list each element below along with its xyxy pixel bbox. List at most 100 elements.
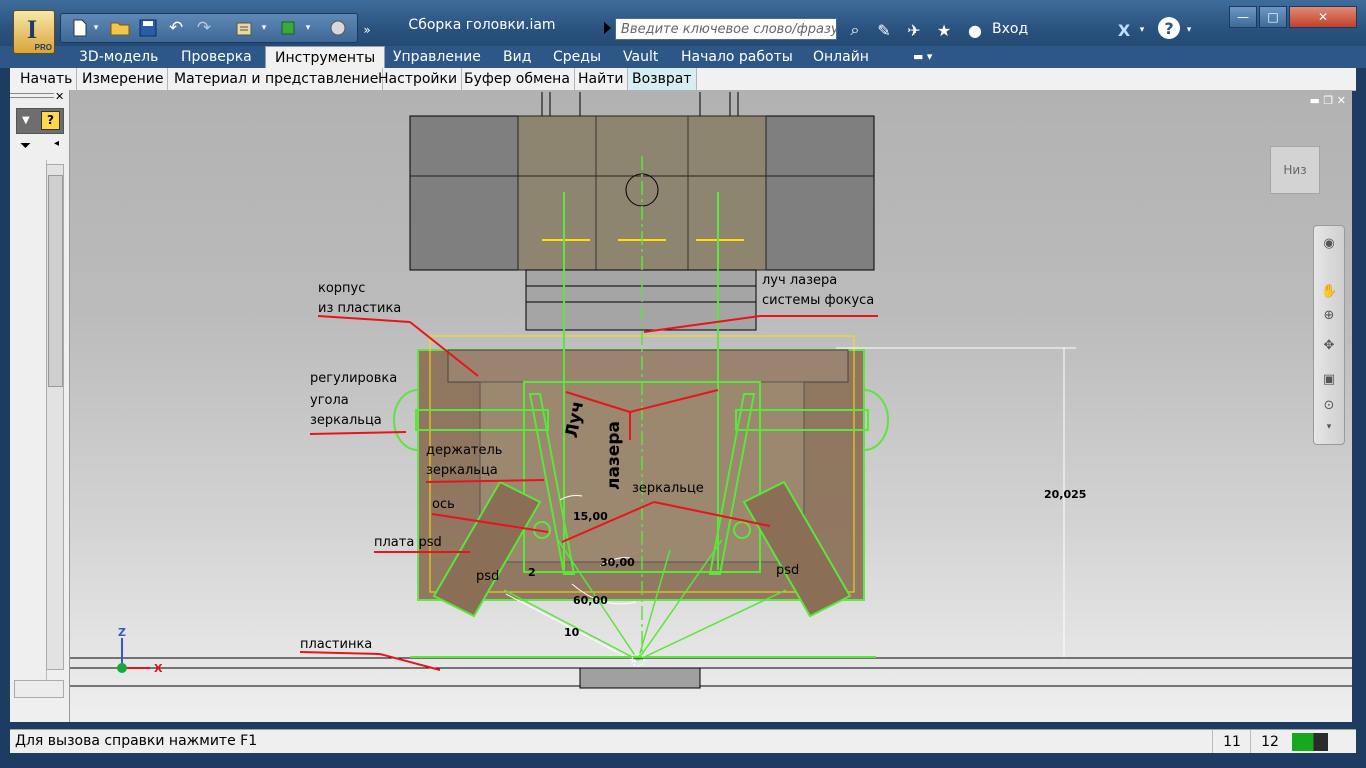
- tab-manage[interactable]: Управление: [384, 46, 490, 68]
- help-dropdown-icon[interactable]: ▾: [1184, 18, 1194, 42]
- status-count-files: 12: [1250, 730, 1289, 754]
- graphics-viewport[interactable]: ▬ ❐ ✕ Низ ◉ ✋ ⊕ ✥ ▣ ⊙ ▾ корпус из пласти…: [70, 90, 1352, 722]
- zoom-window-icon[interactable]: ⊙: [1321, 398, 1337, 414]
- exchange-x-icon[interactable]: X: [1112, 18, 1136, 42]
- label-housing-line2: из пластика: [318, 301, 402, 316]
- dimension-distance-2[interactable]: 2: [528, 566, 536, 579]
- dimension-angle-60[interactable]: 60,00: [573, 594, 608, 607]
- login-link[interactable]: Вход: [992, 21, 1028, 37]
- filter-icon[interactable]: ⏷: [20, 138, 31, 154]
- new-dropdown-icon[interactable]: ▾: [91, 17, 101, 39]
- tab-vault[interactable]: Vault: [614, 46, 667, 68]
- select-dropdown-icon[interactable]: ▾: [303, 17, 313, 39]
- panel-material-appearance[interactable]: Материал и представление: [170, 68, 384, 90]
- status-help-text: Для вызова справки нажмите F1: [15, 733, 258, 749]
- update-dropdown-icon[interactable]: ▾: [259, 17, 269, 39]
- plate-support: [579, 667, 701, 689]
- tab-3d-model[interactable]: 3D-модель: [70, 46, 167, 68]
- ribbon-tabs: 3D-модель Проверка Инструменты Управлени…: [0, 46, 1366, 68]
- zoom-icon[interactable]: ⊕: [1321, 308, 1337, 324]
- pan-hand-icon[interactable]: ✋: [1321, 284, 1337, 300]
- tab-get-started[interactable]: Начало работы: [672, 46, 802, 68]
- label-psd-left: psd: [476, 569, 500, 584]
- label-plate: пластинка: [300, 637, 373, 652]
- label-housing-line1: корпус: [318, 281, 366, 296]
- tab-inspect[interactable]: Проверка: [172, 46, 261, 68]
- material-sphere-icon[interactable]: [327, 17, 349, 39]
- tab-online[interactable]: Онлайн: [804, 46, 878, 68]
- undo-icon[interactable]: ↶: [165, 17, 187, 39]
- search-input[interactable]: Введите ключевое слово/фразу: [615, 18, 837, 40]
- browser-help-icon: ?: [41, 111, 60, 130]
- minimize-button[interactable]: —: [1229, 6, 1257, 28]
- open-folder-icon[interactable]: [109, 17, 131, 39]
- label-angle-line3: зеркальца: [310, 413, 382, 428]
- tab-tools[interactable]: Инструменты: [265, 46, 386, 68]
- left-adjust-knob: [393, 389, 419, 451]
- assembly-drawing: [70, 92, 1352, 689]
- dimension-angle-30[interactable]: 30,00: [600, 556, 635, 569]
- browser-scroll-thumb[interactable]: [48, 175, 63, 387]
- status-indicator: [1292, 733, 1328, 751]
- status-bar: Для вызова справки нажмите F1 11 12: [10, 729, 1356, 754]
- browser-hscroll[interactable]: [14, 680, 64, 698]
- label-psd-right: psd: [776, 563, 800, 578]
- label-mirror: зеркальце: [632, 481, 704, 496]
- tab-view[interactable]: Вид: [494, 46, 540, 68]
- help-icon[interactable]: ?: [1158, 17, 1180, 39]
- tools-icon[interactable]: ✎: [872, 18, 896, 42]
- housing-top: [447, 349, 849, 383]
- search-expand-icon[interactable]: [604, 22, 611, 34]
- favorites-star-icon[interactable]: ★: [932, 18, 956, 42]
- browser-tree[interactable]: [14, 160, 47, 680]
- maximize-button[interactable]: □: [1259, 6, 1287, 28]
- browser-expand-icon[interactable]: ◂: [54, 138, 59, 149]
- app-logo: I: [27, 15, 38, 44]
- application-menu-button[interactable]: I PRO: [13, 10, 55, 54]
- triad-origin: [117, 663, 127, 673]
- save-icon[interactable]: [137, 17, 159, 39]
- window-title: Сборка головки.iam: [408, 17, 556, 33]
- new-file-icon[interactable]: [69, 17, 91, 39]
- browser-grip[interactable]: [10, 93, 54, 98]
- panel-clipboard[interactable]: Буфер обмена: [460, 68, 575, 90]
- browser-close-icon[interactable]: ✕: [55, 90, 64, 103]
- triad-z-label: Z: [118, 626, 126, 639]
- ribbon-panels: Начать Измерение Материал и представлени…: [10, 68, 1356, 91]
- dimension-distance-10[interactable]: 10: [564, 626, 579, 639]
- quick-access-toolbar: ▾ ↶ ↷ ▾ ▾: [60, 13, 358, 43]
- viewcube[interactable]: Низ: [1270, 146, 1320, 194]
- communication-icon[interactable]: ✈: [902, 18, 926, 42]
- window-frame-bottom: [0, 753, 1366, 768]
- panel-measure[interactable]: Измерение: [78, 68, 169, 90]
- dimension-angle-15[interactable]: 15,00: [573, 510, 608, 523]
- redo-icon[interactable]: ↷: [193, 17, 215, 39]
- dimension-height[interactable]: 20,025: [1044, 488, 1086, 501]
- label-axis: ось: [432, 497, 455, 512]
- browser-scrollbar[interactable]: [46, 164, 64, 670]
- panel-start[interactable]: Начать: [16, 68, 78, 90]
- user-icon[interactable]: ●: [963, 18, 987, 42]
- update-icon[interactable]: [233, 17, 255, 39]
- panel-find[interactable]: Найти: [574, 68, 629, 90]
- label-angle-line1: регулировка: [310, 371, 398, 386]
- navigation-bar: ◉ ✋ ⊕ ✥ ▣ ⊙ ▾: [1313, 225, 1345, 445]
- status-count-occurrences: 11: [1212, 730, 1251, 754]
- close-button[interactable]: ✕: [1289, 6, 1357, 28]
- select-icon[interactable]: [277, 17, 299, 39]
- panel-return[interactable]: Возврат: [628, 68, 697, 90]
- look-at-icon[interactable]: ▣: [1321, 372, 1337, 388]
- label-beam-line2: системы фокуса: [762, 293, 875, 308]
- orbit-icon[interactable]: ✥: [1321, 338, 1337, 354]
- app-edition-badge: PRO: [34, 43, 52, 52]
- browser-menu-button[interactable]: ▼ ?: [16, 108, 64, 134]
- title-bar: I PRO ▾ ↶ ↷ ▾ ▾ » Сборка головки.iam Вве…: [0, 0, 1366, 54]
- panel-options[interactable]: Настройки: [374, 68, 463, 90]
- navbar-options-icon[interactable]: ▾: [1321, 422, 1337, 438]
- exchange-dropdown-icon[interactable]: ▾: [1137, 18, 1147, 42]
- binoculars-icon[interactable]: ⌕: [843, 18, 867, 42]
- viewport-window-controls[interactable]: ▬ ❐ ✕: [1310, 94, 1346, 107]
- tab-environments[interactable]: Среды: [544, 46, 610, 68]
- steering-wheel-icon[interactable]: ◉: [1321, 236, 1337, 252]
- ribbon-display-toggle-icon[interactable]: ▬ ▾: [904, 46, 941, 68]
